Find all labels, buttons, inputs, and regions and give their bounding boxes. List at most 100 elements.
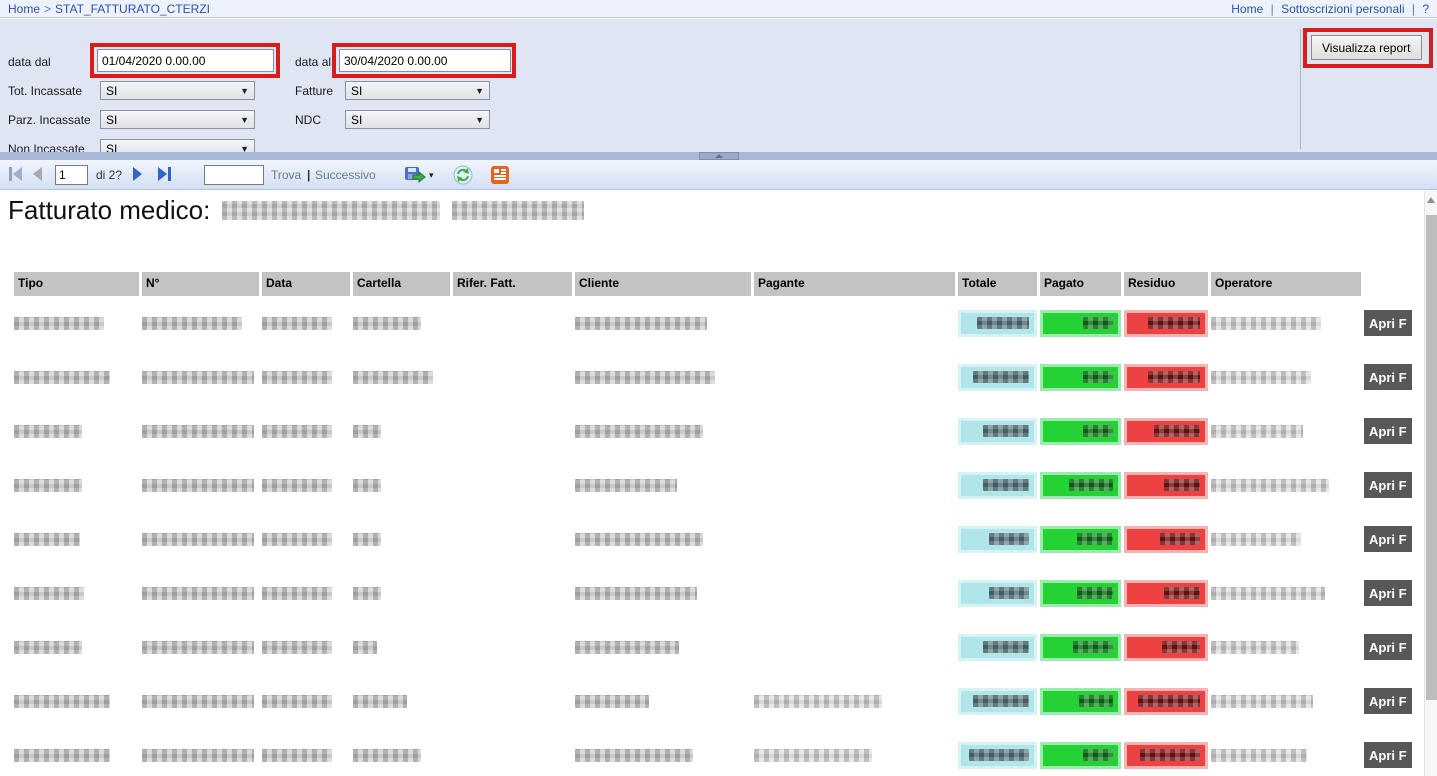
residuo-amount-cell: [1124, 310, 1208, 337]
tot-incassate-select[interactable]: SI ▼: [100, 81, 255, 100]
top-links-divider-2: |: [1412, 2, 1415, 16]
search-input[interactable]: [204, 165, 264, 185]
table-cell-pagato: [1040, 404, 1121, 458]
table-cell-cliente: [575, 620, 751, 674]
redacted-text: [262, 479, 332, 492]
table-cell-operatore: [1211, 350, 1361, 404]
splitter-collapse-handle[interactable]: [699, 152, 739, 160]
redacted-amount: [973, 371, 1029, 383]
ndc-value: SI: [351, 113, 362, 127]
table-cell-data: [262, 674, 350, 728]
top-home-link[interactable]: Home: [1231, 2, 1263, 16]
table-cell-operatore: [1211, 728, 1361, 776]
redacted-text: [142, 317, 242, 330]
report-title: Fatturato medico:: [8, 195, 584, 226]
table-cell-rifer-fatt: [453, 728, 572, 776]
redacted-text: [14, 317, 104, 330]
top-help-link[interactable]: ?: [1422, 2, 1429, 16]
open-invoice-button[interactable]: Apri F: [1364, 364, 1412, 390]
scrollbar-thumb[interactable]: [1426, 215, 1437, 700]
totale-amount-cell: [958, 634, 1037, 661]
redacted-amount: [969, 749, 1029, 761]
open-invoice-button[interactable]: Apri F: [1364, 742, 1412, 768]
table-cell-residuo: [1124, 404, 1208, 458]
table-cell-cartella: [353, 512, 450, 566]
scroll-up-icon[interactable]: [1427, 197, 1435, 203]
vertical-scrollbar[interactable]: [1424, 191, 1437, 776]
redacted-text: [262, 425, 332, 438]
export-save-icon: [404, 165, 426, 185]
page-number-input[interactable]: [55, 165, 88, 185]
redacted-text: [14, 749, 110, 762]
previous-page-icon[interactable]: [32, 167, 44, 184]
redacted-doctor-name: [452, 201, 584, 220]
open-invoice-button[interactable]: Apri F: [1364, 310, 1412, 336]
table-cell-rifer-fatt: [453, 674, 572, 728]
redacted-amount: [1148, 371, 1200, 383]
redacted-text: [14, 533, 80, 546]
report-title-text: Fatturato medico:: [8, 195, 210, 226]
redacted-text: [1211, 587, 1325, 600]
data-al-input[interactable]: [339, 49, 511, 72]
data-al-label: data al: [295, 55, 331, 69]
find-link[interactable]: Trova: [271, 160, 301, 190]
table-cell-pagato: [1040, 296, 1121, 350]
table-cell-totale: [958, 512, 1037, 566]
ndc-select[interactable]: SI ▼: [345, 110, 490, 129]
table-cell-rifer-fatt: [453, 296, 572, 350]
parz-incassate-select[interactable]: SI ▼: [100, 110, 255, 129]
table-cell-pagante: [754, 512, 955, 566]
table-cell-tipo: [14, 728, 139, 776]
redacted-text: [575, 587, 697, 600]
redacted-amount: [983, 425, 1029, 437]
params-splitter: [0, 152, 1437, 160]
open-invoice-button[interactable]: Apri F: [1364, 526, 1412, 552]
open-invoice-button[interactable]: Apri F: [1364, 472, 1412, 498]
last-page-icon[interactable]: [156, 167, 172, 184]
data-dal-input[interactable]: [97, 49, 274, 72]
redacted-text: [754, 695, 882, 708]
redacted-text: [353, 317, 421, 330]
breadcrumb-home-link[interactable]: Home: [8, 2, 40, 16]
pagato-amount-cell: [1040, 364, 1121, 391]
find-next-link[interactable]: Successivo: [315, 160, 376, 190]
redacted-text: [142, 587, 254, 600]
open-invoice-button[interactable]: Apri F: [1364, 418, 1412, 444]
open-invoice-button[interactable]: Apri F: [1364, 580, 1412, 606]
export-button[interactable]: ▾: [404, 160, 434, 190]
table-cell-tipo: [14, 404, 139, 458]
table-cell-tipo: [14, 296, 139, 350]
redacted-text: [142, 533, 254, 546]
redacted-amount: [983, 479, 1029, 491]
chevron-down-icon: ▼: [240, 115, 249, 125]
breadcrumb-report-link[interactable]: STAT_FATTURATO_CTERZI: [55, 2, 210, 16]
table-cell-tipo: [14, 620, 139, 674]
table-cell-cartella: [353, 296, 450, 350]
table-cell-pagante: [754, 350, 955, 404]
redacted-amount: [1083, 749, 1113, 761]
redacted-amount: [1154, 425, 1200, 437]
redacted-amount: [1164, 587, 1200, 599]
view-report-button[interactable]: Visualizza report: [1311, 35, 1422, 60]
redacted-text: [14, 695, 110, 708]
redacted-amount: [1079, 695, 1113, 707]
top-subscriptions-link[interactable]: Sottoscrizioni personali: [1281, 2, 1404, 16]
open-invoice-button[interactable]: Apri F: [1364, 688, 1412, 714]
next-page-icon[interactable]: [131, 167, 143, 184]
redacted-text: [262, 641, 332, 654]
table-cell-cliente: [575, 350, 751, 404]
redacted-text: [1211, 479, 1329, 492]
fatture-select[interactable]: SI ▼: [345, 81, 490, 100]
open-invoice-button[interactable]: Apri F: [1364, 634, 1412, 660]
totale-amount-cell: [958, 580, 1037, 607]
totale-amount-cell: [958, 310, 1037, 337]
first-page-icon[interactable]: [8, 167, 24, 184]
data-feed-button[interactable]: [491, 160, 509, 190]
table-cell-data: [262, 458, 350, 512]
refresh-button[interactable]: [453, 160, 473, 190]
table-cell-rifer-fatt: [453, 458, 572, 512]
column-header-numero: N°: [142, 272, 259, 296]
redacted-text: [262, 317, 332, 330]
residuo-amount-cell: [1124, 526, 1208, 553]
column-header-rifer-fatt: Rifer. Fatt.: [453, 272, 572, 296]
